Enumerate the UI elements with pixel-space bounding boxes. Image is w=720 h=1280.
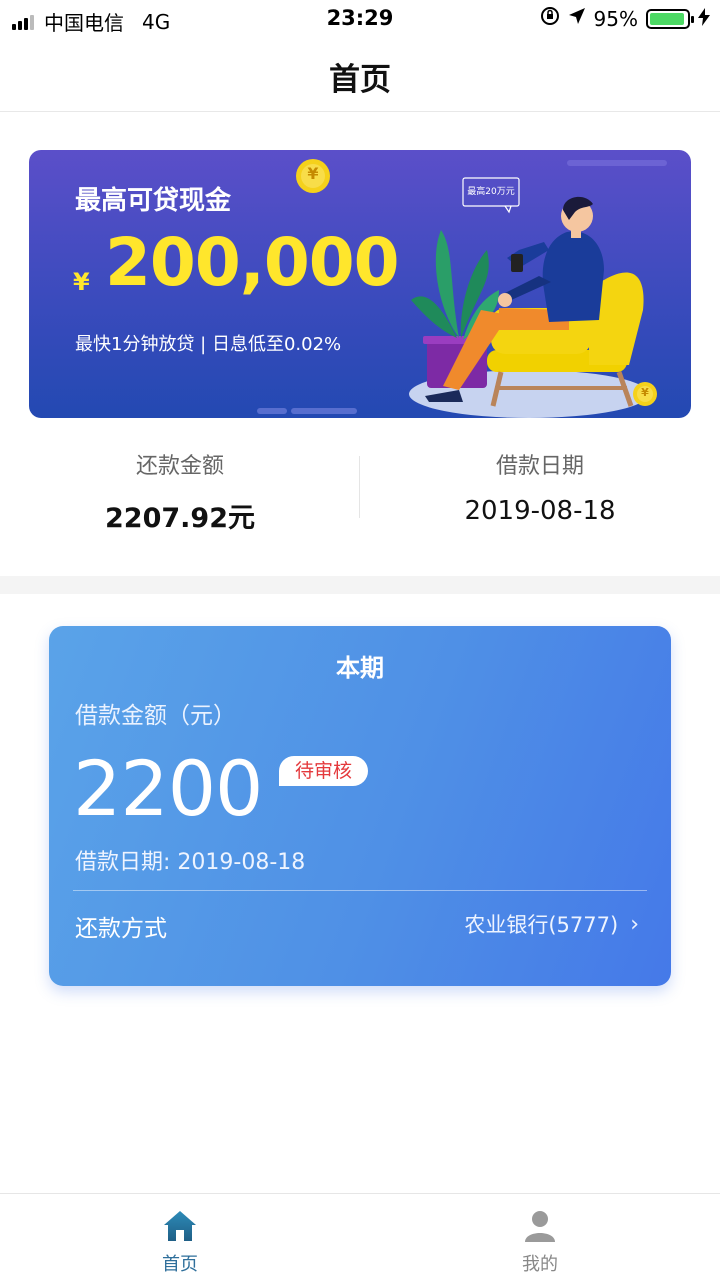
repay-amount-value: 2207.92元 — [105, 503, 255, 534]
tab-home-label: 首页 — [162, 1254, 198, 1275]
loan-date-block: 借款日期 2019-08-18 — [360, 448, 720, 526]
status-right: 95% — [540, 6, 710, 31]
loan-date-value: 2019-08-18 — [464, 496, 616, 526]
user-icon — [525, 1211, 555, 1242]
loan-promo-banner[interactable]: 最高20万元 ¥ ¥ 最高可贷现金 ¥ 200,000 最快1分钟放贷 | 日息… — [29, 150, 691, 418]
loan-amount-label: 借款金额（元） — [75, 703, 236, 729]
charging-icon — [698, 7, 710, 30]
repay-method-label: 还款方式 — [75, 916, 167, 942]
status-badge: 待审核 — [279, 756, 369, 786]
tab-bar: 首页 我的 — [0, 1193, 720, 1280]
repay-amount-block: 还款金额 2207.92元 — [0, 448, 360, 535]
card-title: 本期 — [336, 654, 384, 682]
current-loan-card[interactable]: 本期 借款金额（元） 2200 待审核 借款日期: 2019-08-18 还款方… — [49, 626, 671, 986]
loan-date: 借款日期: 2019-08-18 — [75, 850, 306, 875]
tab-mine[interactable]: 我的 — [360, 1208, 720, 1276]
location-icon — [568, 7, 586, 30]
loan-amount: 2200 — [73, 744, 263, 833]
section-separator — [0, 576, 720, 594]
banner-description: 最快1分钟放贷 | 日息低至0.02% — [75, 334, 342, 355]
page-title: 首页 — [329, 62, 391, 98]
chevron-right-icon: › — [630, 911, 639, 937]
loan-date-label: 借款日期 — [495, 454, 584, 479]
lock-rotation-icon — [540, 6, 560, 31]
bank-account: 农业银行(5777) — [464, 913, 619, 937]
banner-amount: 200,000 — [105, 224, 400, 301]
nav-bar: 首页 — [0, 40, 720, 112]
banner-subtitle: 最高可贷现金 — [75, 186, 232, 216]
speech-bubble-text: 最高20万元 — [467, 187, 515, 197]
repay-method-selector[interactable]: 农业银行(5777) › — [464, 909, 639, 939]
repay-amount-label: 还款金额 — [135, 454, 224, 479]
repayment-summary: 还款金额 2207.92元 借款日期 2019-08-18 — [0, 440, 720, 550]
tab-mine-label: 我的 — [522, 1254, 558, 1275]
banner-currency: ¥ — [73, 268, 90, 296]
coin-small-icon: ¥ — [641, 386, 649, 399]
home-icon — [164, 1211, 196, 1241]
coin-icon: ¥ — [307, 164, 319, 183]
status-bar: 中国电信 4G 23:29 95% — [0, 0, 720, 40]
card-divider — [73, 890, 647, 891]
battery-icon — [646, 8, 694, 29]
battery-percent: 95% — [593, 6, 638, 31]
tab-home[interactable]: 首页 — [0, 1208, 360, 1276]
